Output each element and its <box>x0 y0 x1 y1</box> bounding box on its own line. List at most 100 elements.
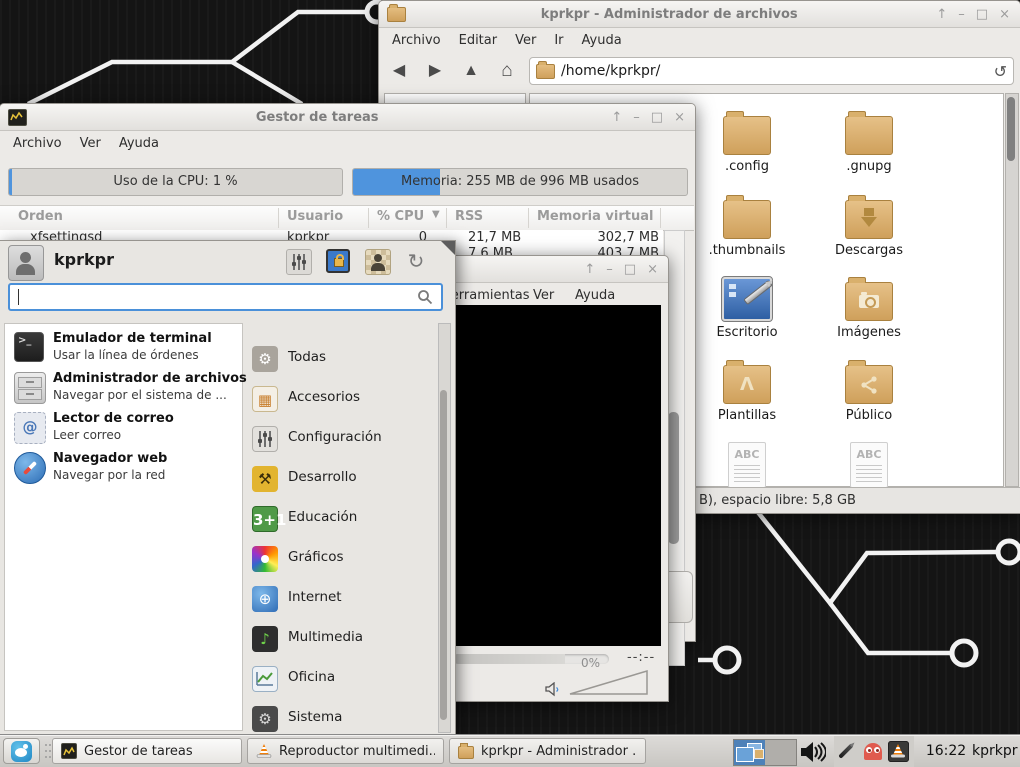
window-title: Gestor de tareas <box>33 110 601 125</box>
folder-icon <box>458 746 474 759</box>
menu-archivo[interactable]: Archivo <box>4 133 71 154</box>
maximize-button[interactable]: □ <box>651 111 663 124</box>
category-desarrollo[interactable]: ⚒ Desarrollo <box>246 459 436 499</box>
path-text[interactable]: /home/kprkpr/ <box>561 63 988 79</box>
search-input[interactable] <box>8 283 443 311</box>
avatar[interactable] <box>8 245 44 281</box>
app-item-web-browser[interactable]: Navegador web Navegar por la red <box>5 448 242 488</box>
minimize-button[interactable]: – <box>606 263 613 276</box>
stylus-tray-icon[interactable] <box>838 743 854 759</box>
maximize-button[interactable]: □ <box>624 263 636 276</box>
whisker-menu-button[interactable] <box>3 738 40 764</box>
path-bar[interactable]: /home/kprkpr/ ↺ <box>529 57 1014 85</box>
column-memoria-virtual[interactable]: Memoria virtual <box>537 209 653 224</box>
logout-icon[interactable]: ↻ <box>404 249 428 273</box>
column-orden[interactable]: Orden <box>18 209 63 224</box>
switch-user-icon[interactable] <box>365 249 391 275</box>
vertical-scrollbar[interactable] <box>1005 93 1019 487</box>
file-cabinet-icon <box>14 372 46 404</box>
category-graficos[interactable]: Gráficos <box>246 539 436 579</box>
category-configuracion[interactable]: Configuración <box>246 419 436 459</box>
scrollbar-thumb[interactable] <box>668 412 679 544</box>
category-sistema[interactable]: ⚙ Sistema <box>246 699 436 739</box>
memory-usage-bar: Memoria: 255 MB de 996 MB usados <box>352 168 688 196</box>
scrollbar-thumb[interactable] <box>440 390 447 720</box>
rollup-button[interactable]: ↑ <box>611 111 622 124</box>
file-manager-titlebar[interactable]: kprkpr - Administrador de archivos ↑ – □… <box>379 1 1020 28</box>
forward-icon[interactable] <box>421 58 449 84</box>
taskbar-button-task-manager[interactable]: Gestor de tareas <box>52 738 242 764</box>
settings-icon[interactable] <box>286 249 312 275</box>
app-item-mail[interactable]: @ Lector de correo Leer correo <box>5 408 242 448</box>
vlc-tray-icon[interactable] <box>888 741 909 762</box>
menu-ver[interactable]: Ver <box>71 133 110 154</box>
column-rss[interactable]: RSS <box>455 209 483 224</box>
scrollbar-thumb[interactable] <box>1007 97 1015 161</box>
media-player-titlebar[interactable]: ↑ – □ × <box>444 256 668 283</box>
app-item-terminal[interactable]: >_ Emulador de terminal Usar la línea de… <box>5 328 242 368</box>
media-player-window: ↑ – □ × Herramientas Ver Ayuda --:-- 0% <box>443 255 669 702</box>
menu-ayuda[interactable]: Ayuda <box>573 30 631 51</box>
menu-editar[interactable]: Editar <box>450 30 507 51</box>
file-item[interactable]: ABC <box>813 434 925 492</box>
file-item[interactable]: Público <box>813 350 925 423</box>
file-item[interactable]: .config <box>691 101 803 174</box>
category-scrollbar[interactable] <box>438 323 451 733</box>
workspace-2[interactable] <box>765 740 796 765</box>
column-usuario[interactable]: Usuario <box>287 209 343 224</box>
speaker-icon[interactable] <box>545 682 561 701</box>
category-accesorios[interactable]: ▦ Accesorios <box>246 379 436 419</box>
terminal-icon: >_ <box>14 332 44 362</box>
folder-icon <box>536 64 555 79</box>
menu-archivo[interactable]: Archivo <box>383 30 450 51</box>
rollup-button[interactable]: ↑ <box>936 8 947 21</box>
category-todas[interactable]: ⚙ Todas <box>246 339 436 379</box>
lock-screen-icon[interactable] <box>326 249 350 273</box>
file-item[interactable]: Descargas <box>813 185 925 258</box>
menu-ayuda[interactable]: Ayuda <box>110 133 168 154</box>
category-educacion[interactable]: 3+1 Educación <box>246 499 436 539</box>
process-table-header: Orden Usuario % CPU ▼ RSS Memoria virtua… <box>0 205 694 231</box>
close-button[interactable]: × <box>647 263 658 276</box>
clock[interactable]: 16:22 <box>922 743 970 759</box>
rollup-button[interactable]: ↑ <box>584 263 595 276</box>
taskbar-button-file-manager[interactable]: kprkpr - Administrador ... <box>449 738 646 764</box>
workspace-switcher[interactable] <box>733 739 797 766</box>
whisker-menu: kprkpr ↻ >_ Emulador de terminal Usar la… <box>0 240 456 737</box>
cpu-usage-bar: Uso de la CPU: 1 % <box>8 168 343 196</box>
panel-handle[interactable] <box>45 744 47 746</box>
text-file-icon: ABC <box>728 442 766 488</box>
task-manager-titlebar[interactable]: Gestor de tareas ↑ – □ × <box>0 104 695 131</box>
file-item[interactable]: .gnupg <box>813 101 925 174</box>
minimize-button[interactable]: – <box>958 8 965 21</box>
category-multimedia[interactable]: ♪ Multimedia <box>246 619 436 659</box>
file-item[interactable]: Imágenes <box>813 267 925 340</box>
back-icon[interactable] <box>385 58 413 84</box>
home-icon[interactable] <box>493 58 521 84</box>
maximize-button[interactable]: □ <box>976 8 988 21</box>
close-button[interactable]: × <box>999 8 1010 21</box>
column-cpu[interactable]: % CPU <box>377 209 424 224</box>
menu-ver[interactable]: Ver <box>506 30 545 51</box>
menu-ver[interactable]: Ver <box>524 285 563 306</box>
category-oficina[interactable]: Oficina <box>246 659 436 699</box>
close-button[interactable]: × <box>674 111 685 124</box>
file-item[interactable]: ABC <box>691 434 803 492</box>
reload-icon[interactable]: ↺ <box>994 62 1007 81</box>
workspace-1[interactable] <box>734 740 765 765</box>
file-item[interactable]: Λ Plantillas <box>691 350 803 423</box>
up-icon[interactable] <box>457 58 485 84</box>
menu-ayuda[interactable]: Ayuda <box>566 285 624 306</box>
category-internet[interactable]: ⊕ Internet <box>246 579 436 619</box>
volume-slider[interactable] <box>568 668 650 700</box>
video-area[interactable] <box>451 305 661 646</box>
volume-icon[interactable] <box>800 741 826 767</box>
folder-icon <box>723 116 771 155</box>
menu-ir[interactable]: Ir <box>545 30 572 51</box>
file-item[interactable]: .thumbnails <box>691 185 803 258</box>
app-item-file-manager[interactable]: Administrador de archivos Navegar por el… <box>5 368 242 408</box>
taskbar-button-media-player[interactable]: Reproductor multimedi... <box>247 738 444 764</box>
minimize-button[interactable]: – <box>633 111 640 124</box>
ghost-tray-icon[interactable] <box>864 743 882 760</box>
file-item[interactable]: Escritorio <box>691 267 803 340</box>
